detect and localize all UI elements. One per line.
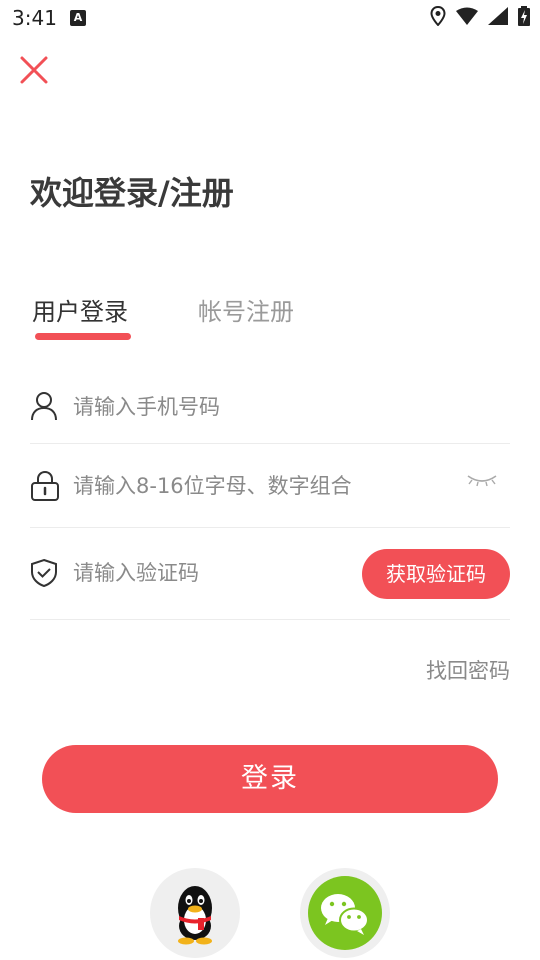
wechat-login-button[interactable] xyxy=(300,868,390,958)
login-button[interactable]: 登录 xyxy=(42,745,498,813)
active-tab-indicator xyxy=(35,333,131,340)
verification-code-field: 获取验证码 xyxy=(30,528,510,620)
status-time: 3:41 xyxy=(12,6,57,30)
user-icon xyxy=(31,392,57,421)
close-button[interactable] xyxy=(18,54,50,86)
close-icon xyxy=(20,56,48,84)
password-input[interactable] xyxy=(73,466,453,506)
welcome-title: 欢迎登录/注册 xyxy=(30,174,234,212)
get-code-button[interactable]: 获取验证码 xyxy=(362,549,510,599)
qq-login-button[interactable] xyxy=(150,868,240,958)
lock-icon xyxy=(31,470,59,501)
login-tabs: 用户登录 帐号注册 xyxy=(30,292,510,352)
login-screen: 3:41 A 欢迎登录/注册 用户登录 帐号注册 请输入手机号码 请输入验证码 … xyxy=(0,0,540,960)
location-icon xyxy=(430,6,446,26)
eye-closed-icon[interactable] xyxy=(466,472,498,488)
qq-icon xyxy=(178,886,212,945)
forgot-password-link[interactable]: 找回密码 xyxy=(426,655,510,685)
signal-icon xyxy=(488,7,508,25)
phone-input[interactable] xyxy=(73,387,493,427)
status-icons xyxy=(430,6,530,26)
notification-badge: A xyxy=(70,10,86,26)
tab-user-login[interactable]: 用户登录 xyxy=(32,292,128,327)
shield-check-icon xyxy=(31,558,57,588)
tab-account-register[interactable]: 帐号注册 xyxy=(198,292,294,327)
password-field xyxy=(30,444,510,528)
wifi-icon xyxy=(456,7,478,25)
status-bar: 3:41 A xyxy=(0,0,540,36)
phone-field xyxy=(30,370,510,444)
wechat-icon xyxy=(308,876,382,950)
verification-code-input[interactable] xyxy=(73,553,343,593)
battery-icon xyxy=(518,6,530,26)
